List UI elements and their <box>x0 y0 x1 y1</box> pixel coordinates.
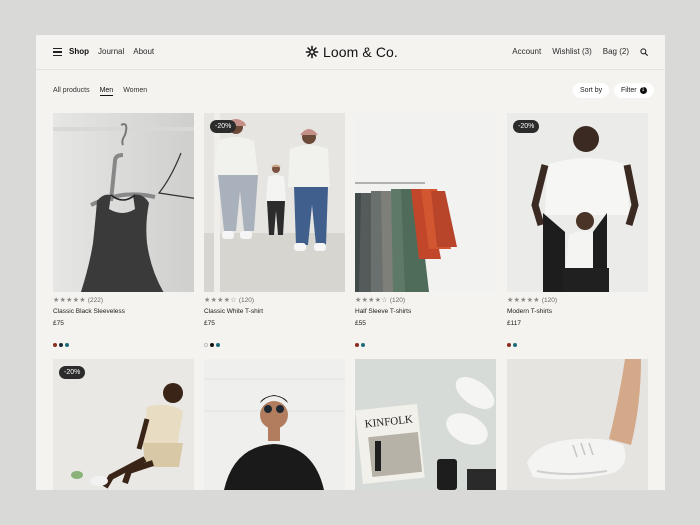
swatch-white[interactable] <box>204 343 208 347</box>
filter-label: Filter <box>621 87 637 94</box>
swatch-teal[interactable] <box>65 343 69 347</box>
filter-count-badge: 1 <box>639 87 647 94</box>
product-price: £75 <box>53 320 64 327</box>
nav-about[interactable]: About <box>133 47 154 56</box>
color-swatches <box>507 343 648 347</box>
product-rating: ★★★★★ (120) <box>507 296 648 305</box>
color-swatches <box>204 343 345 347</box>
color-swatches <box>355 343 496 347</box>
color-swatches <box>53 343 194 347</box>
product-image[interactable]: -20% <box>204 113 345 292</box>
product-price: £75 <box>204 320 215 327</box>
product-name[interactable]: Classic Black Sleeveless <box>53 308 194 315</box>
product-name[interactable]: Classic White T-shirt <box>204 308 345 315</box>
swatch-red[interactable] <box>53 343 57 347</box>
product-image[interactable]: KINFOLK <box>355 359 496 490</box>
swatch-red[interactable] <box>507 343 511 347</box>
filter-men[interactable]: Men <box>99 87 114 96</box>
product-image[interactable] <box>507 359 648 490</box>
review-count: (120) <box>389 296 406 304</box>
product-image[interactable] <box>53 113 194 292</box>
product-image[interactable] <box>204 359 345 490</box>
account-link[interactable]: Account <box>512 47 541 56</box>
star-icon: ★★★★☆ <box>204 297 237 304</box>
discount-badge: -20% <box>513 120 540 133</box>
logo-text: Loom & Co. <box>323 44 398 60</box>
star-icon: ★★★★★ <box>53 297 86 304</box>
product-card[interactable]: -20% <box>53 359 194 490</box>
product-image[interactable] <box>355 113 496 292</box>
product-rating: ★★★★☆ (120) <box>355 296 496 305</box>
swatch-navy[interactable] <box>59 343 63 347</box>
main-nav: Shop Journal About <box>69 47 154 56</box>
nav-journal[interactable]: Journal <box>98 47 124 56</box>
star-icon: ★★★★☆ <box>355 297 388 304</box>
shop-window: Shop Journal About Loom & Co. Account Wi… <box>36 35 665 490</box>
filter-women[interactable]: Women <box>123 87 147 96</box>
product-card[interactable] <box>204 359 345 490</box>
bag-link[interactable]: Bag (2) <box>603 47 629 56</box>
search-icon[interactable] <box>640 47 648 56</box>
product-name[interactable]: Half Sleeve T-shirts <box>355 308 496 315</box>
nav-shop[interactable]: Shop <box>69 47 89 56</box>
product-card[interactable]: KINFOLK <box>355 359 496 490</box>
brand-logo[interactable]: Loom & Co. <box>305 44 398 60</box>
product-name[interactable]: Modern T-shirts <box>507 308 648 315</box>
product-rating: ★★★★★ (222) <box>53 296 194 305</box>
filter-button[interactable]: Filter 1 <box>614 83 654 98</box>
review-count: (222) <box>87 296 104 304</box>
swatch-teal[interactable] <box>216 343 220 347</box>
utility-nav: Account Wishlist (3) Bag (2) <box>512 47 648 56</box>
wishlist-link[interactable]: Wishlist (3) <box>552 47 592 56</box>
swatch-teal[interactable] <box>361 343 365 347</box>
swatch-teal[interactable] <box>513 343 517 347</box>
swatch-red[interactable] <box>355 343 359 347</box>
filter-all-products[interactable]: All products <box>53 87 90 96</box>
product-card[interactable]: ★★★★☆ (120) Half Sleeve T-shirts £55 <box>355 113 496 347</box>
product-card[interactable]: -20% ★★★★★ (120) Modern T-shirts £117 <box>507 113 648 347</box>
discount-badge: -20% <box>59 366 86 379</box>
star-icon: ★★★★★ <box>507 297 540 304</box>
site-header: Shop Journal About Loom & Co. Account Wi… <box>36 35 665 70</box>
category-filters: All products Men Women <box>53 87 147 96</box>
product-rating: ★★★★☆ (120) <box>204 296 345 305</box>
product-card[interactable]: -20% ★★★★☆ (120) Classic White T-shirt £… <box>204 113 345 347</box>
product-card[interactable] <box>507 359 648 490</box>
discount-badge: -20% <box>210 120 237 133</box>
menu-icon[interactable] <box>53 48 62 56</box>
logo-icon <box>305 45 319 59</box>
review-count: (120) <box>238 296 255 304</box>
sort-button[interactable]: Sort by <box>573 83 610 98</box>
product-card[interactable]: ★★★★★ (222) Classic Black Sleeveless £75 <box>53 113 194 347</box>
product-image[interactable]: -20% <box>507 113 648 292</box>
review-count: (120) <box>541 296 558 304</box>
product-image[interactable]: -20% <box>53 359 194 490</box>
product-price: £117 <box>507 320 521 327</box>
product-price: £55 <box>355 320 366 327</box>
swatch-black[interactable] <box>210 343 214 347</box>
